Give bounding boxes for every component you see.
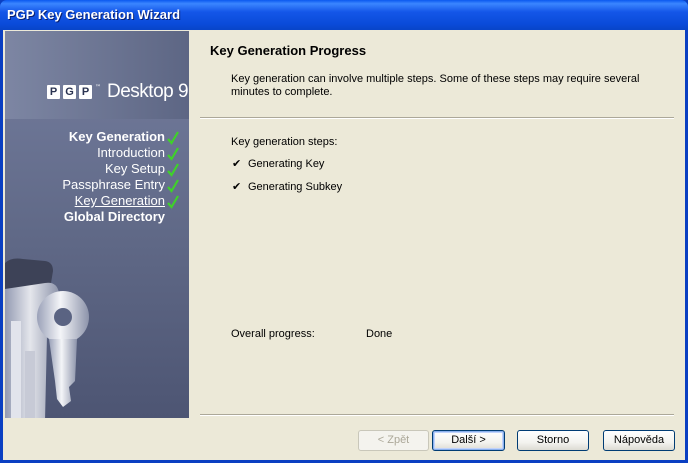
checkmark-icon: ✔ [232,181,242,193]
page-title: Key Generation Progress [210,43,367,58]
help-button[interactable]: Nápověda [603,430,675,451]
wizard-sidebar: P G P ™ Desktop 9 Key Generation Introdu… [5,31,189,418]
generation-step-item: ✔ Generating Key [232,157,324,170]
wizard-step-key-generation-group: Key Generation [62,129,179,145]
back-button[interactable]: < Zpět [358,430,429,451]
wizard-step-label: Key Setup [105,161,165,176]
wizard-body: P G P ™ Desktop 9 Key Generation Introdu… [3,30,685,460]
wizard-step-label: Global Directory [63,209,165,224]
generation-steps-label: Key generation steps: [231,136,338,148]
page-description: Key generation can involve multiple step… [231,73,640,98]
generation-step-label: Generating Subkey [248,181,343,193]
logo-product-name: Desktop 9 [107,81,189,102]
wizard-step-key-generation-current: Key Generation [62,193,179,209]
wizard-step-label: Key Generation [74,193,165,208]
wizard-step-global-directory: Global Directory [62,209,179,225]
logo-letter-p1: P [47,85,60,99]
wizard-step-key-setup: Key Setup [62,161,179,177]
pgp-logo: P G P ™ Desktop 9 [47,81,189,103]
logo-letter-g: G [63,85,76,99]
next-button[interactable]: Další > [432,430,505,451]
header-divider [200,117,674,119]
overall-progress-value: Done [366,328,393,340]
title-bar[interactable]: PGP Key Generation Wizard [0,0,688,30]
generation-step-item: ✔ Generating Subkey [232,180,342,193]
keys-illustration [5,258,89,418]
checkmark-icon [167,179,179,193]
wizard-step-introduction: Introduction [62,145,179,161]
footer-divider [200,414,674,416]
wizard-steps-list: Key Generation Introduction Key Setup Pa… [62,129,179,225]
wizard-step-label: Passphrase Entry [62,177,165,192]
checkmark-icon [167,163,179,177]
logo-letter-p2: P [79,85,92,99]
wizard-step-passphrase-entry: Passphrase Entry [62,177,179,193]
cancel-button[interactable]: Storno [517,430,589,451]
overall-progress-label: Overall progress: [231,328,315,340]
wizard-window: PGP Key Generation Wizard P G P ™ Deskto… [0,0,688,463]
generation-step-label: Generating Key [248,158,325,170]
window-title: PGP Key Generation Wizard [7,7,181,22]
wizard-step-label: Key Generation [68,129,165,144]
checkmark-icon [167,195,179,209]
checkmark-icon [167,147,179,161]
checkmark-icon [167,131,179,145]
logo-trademark: ™ [95,83,101,91]
check-placeholder [167,211,179,225]
wizard-step-label: Introduction [97,145,165,160]
checkmark-icon: ✔ [232,158,242,170]
